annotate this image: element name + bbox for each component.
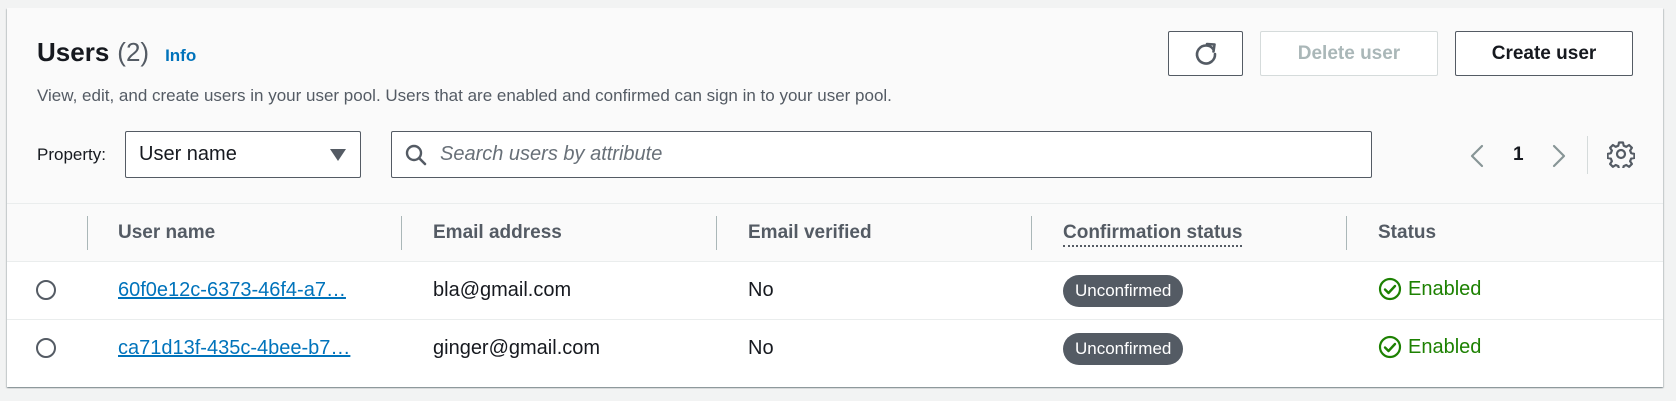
column-header-user-name[interactable]: User name <box>118 222 215 244</box>
table-row[interactable]: ca71d13f-435c-4bee-b7… ginger@gmail.com … <box>7 320 1663 377</box>
column-separator[interactable] <box>1031 216 1032 250</box>
user-count: (2) <box>117 37 150 67</box>
email-verified-cell: No <box>748 337 774 359</box>
gear-icon[interactable] <box>1607 140 1635 168</box>
status-text: Enabled <box>1408 277 1482 300</box>
email-cell: ginger@gmail.com <box>433 337 601 359</box>
status-cell: Enabled <box>1378 335 1481 359</box>
page-title: Users <box>37 37 110 67</box>
caret-down-icon <box>330 149 346 161</box>
confirmation-status-badge: Unconfirmed <box>1063 333 1184 365</box>
column-header-confirmation-status[interactable]: Confirmation status <box>1063 222 1243 247</box>
search-input[interactable] <box>438 142 1342 167</box>
property-select-value: User name <box>139 143 237 165</box>
column-header-email-verified[interactable]: Email verified <box>748 222 872 244</box>
users-header: Users (2) Info View, edit, and create us… <box>7 8 1663 204</box>
info-link[interactable]: Info <box>165 46 196 66</box>
page-description: View, edit, and create users in your use… <box>37 86 892 105</box>
pager-divider <box>1587 136 1588 174</box>
column-header-status[interactable]: Status <box>1378 222 1436 244</box>
confirmation-status-badge: Unconfirmed <box>1063 275 1184 307</box>
email-verified-cell: No <box>748 279 774 301</box>
refresh-button[interactable] <box>1168 31 1243 76</box>
table-header: User name Email address Email verified C… <box>7 204 1663 262</box>
users-panel: Users (2) Info View, edit, and create us… <box>7 8 1663 387</box>
property-select[interactable]: User name <box>125 131 361 178</box>
user-name-link[interactable]: ca71d13f-435c-4bee-b7… <box>118 337 350 360</box>
column-separator[interactable] <box>1346 216 1347 250</box>
create-user-button[interactable]: Create user <box>1455 31 1633 76</box>
column-header-email[interactable]: Email address <box>433 222 562 244</box>
row-select-radio[interactable] <box>36 338 56 358</box>
status-text: Enabled <box>1408 335 1482 358</box>
column-separator[interactable] <box>401 216 402 250</box>
users-table: User name Email address Email verified C… <box>7 204 1663 377</box>
check-circle-icon <box>1378 277 1402 301</box>
property-label: Property: <box>37 145 106 164</box>
chevron-right-icon[interactable] <box>1549 143 1569 169</box>
page-number[interactable]: 1 <box>1513 144 1524 166</box>
table-row[interactable]: 60f0e12c-6373-46f4-a7… bla@gmail.com No … <box>7 262 1663 320</box>
column-separator <box>87 216 88 250</box>
row-select-radio[interactable] <box>36 280 56 300</box>
title-row: Users (2) Info <box>37 37 196 68</box>
status-cell: Enabled <box>1378 277 1481 301</box>
check-circle-icon <box>1378 335 1402 359</box>
column-separator[interactable] <box>716 216 717 250</box>
delete-user-button[interactable]: Delete user <box>1260 31 1438 76</box>
refresh-icon <box>1195 42 1216 65</box>
user-name-link[interactable]: 60f0e12c-6373-46f4-a7… <box>118 279 346 302</box>
search-icon <box>405 144 427 165</box>
search-field[interactable] <box>391 131 1372 178</box>
chevron-left-icon[interactable] <box>1467 143 1487 169</box>
email-cell: bla@gmail.com <box>433 279 572 301</box>
